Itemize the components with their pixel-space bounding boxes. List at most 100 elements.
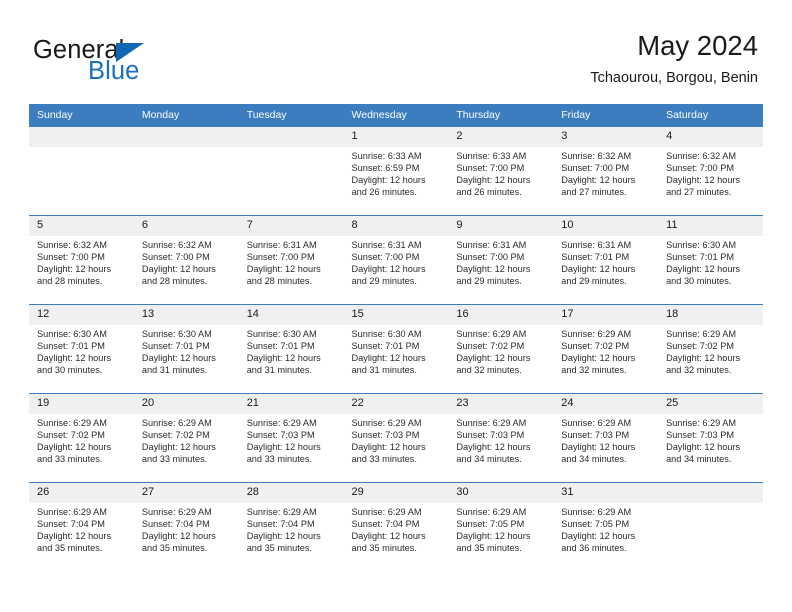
sunset-time: Sunset: 7:04 PM [37,519,105,530]
day-details: Sunrise: 6:33 AM Sunset: 6:59 PM Daylight:… [344,147,449,198]
calendar-day[interactable]: 20 Sunrise: 6:29 AM Sunset: 7:02 PM Dayligh… [133,393,239,482]
daylight-duration-line2: and 32 minutes. [666,365,732,376]
calendar-cell: 2 Sunrise: 6:33 AM Sunset: 7:00 PM Daylight… [448,126,554,215]
calendar-day[interactable]: 8 Sunrise: 6:31 AM Sunset: 7:00 PM Daylight… [343,215,449,304]
calendar-week-row: 5 Sunrise: 6:32 AM Sunset: 7:00 PM Daylight… [29,215,763,304]
day-number: 17 [553,305,659,325]
calendar-day[interactable]: 28 Sunrise: 6:29 AM Sunset: 7:04 PM Dayligh… [238,482,344,571]
calendar-cell: 3 Sunrise: 6:32 AM Sunset: 7:00 PM Daylight… [553,126,659,215]
calendar-cell: 25 Sunrise: 6:29 AM Sunset: 7:03 PM Dayligh… [658,393,763,482]
calendar-day[interactable]: 11 Sunrise: 6:30 AM Sunset: 7:01 PM Dayligh… [658,215,763,304]
sunrise-time: Sunrise: 6:32 AM [141,240,212,250]
calendar-day[interactable]: 7 Sunrise: 6:31 AM Sunset: 7:00 PM Daylight… [238,215,344,304]
calendar-day[interactable]: 21 Sunrise: 6:29 AM Sunset: 7:03 PM Dayligh… [238,393,344,482]
weekday-header-saturday: Saturday [658,104,763,126]
day-number: 19 [29,394,134,414]
calendar-day[interactable]: 19 Sunrise: 6:29 AM Sunset: 7:02 PM Dayligh… [29,393,134,482]
calendar-day[interactable]: 14 Sunrise: 6:30 AM Sunset: 7:01 PM Dayligh… [238,304,344,393]
calendar-day[interactable]: 2 Sunrise: 6:33 AM Sunset: 7:00 PM Daylight… [448,126,554,215]
day-number: 18 [658,305,763,325]
calendar-cell: 24 Sunrise: 6:29 AM Sunset: 7:03 PM Dayligh… [553,393,659,482]
calendar-cell: 16 Sunrise: 6:29 AM Sunset: 7:02 PM Dayligh… [448,304,554,393]
calendar-day[interactable]: 26 Sunrise: 6:29 AM Sunset: 7:04 PM Dayligh… [29,482,134,571]
sunrise-time: Sunrise: 6:29 AM [141,418,212,428]
daylight-duration-line2: and 35 minutes. [37,543,103,554]
calendar-day[interactable]: 22 Sunrise: 6:29 AM Sunset: 7:03 PM Dayligh… [343,393,449,482]
daylight-duration-line1: Daylight: 12 hours [141,264,216,275]
calendar-day[interactable]: 15 Sunrise: 6:30 AM Sunset: 7:01 PM Dayligh… [343,304,449,393]
calendar-day[interactable]: 5 Sunrise: 6:32 AM Sunset: 7:00 PM Daylight… [29,215,134,304]
sunrise-time: Sunrise: 6:29 AM [246,418,317,428]
calendar-cell: 18 Sunrise: 6:29 AM Sunset: 7:02 PM Dayligh… [658,304,763,393]
day-details: Sunrise: 6:29 AM Sunset: 7:04 PM Daylight:… [134,503,239,554]
sunrise-time: Sunrise: 6:29 AM [666,329,737,339]
calendar-day[interactable]: 31 Sunrise: 6:29 AM Sunset: 7:05 PM Dayligh… [553,482,659,571]
calendar-week-row: 19 Sunrise: 6:29 AM Sunset: 7:02 PM Dayligh… [29,393,763,482]
calendar-cell: 14 Sunrise: 6:30 AM Sunset: 7:01 PM Dayligh… [238,304,344,393]
calendar-day[interactable]: 3 Sunrise: 6:32 AM Sunset: 7:00 PM Daylight… [553,126,659,215]
daylight-duration-line2: and 30 minutes. [37,365,103,376]
sunrise-time: Sunrise: 6:30 AM [141,329,212,339]
day-details: Sunrise: 6:33 AM Sunset: 7:00 PM Daylight:… [448,147,553,198]
daylight-duration-line2: and 35 minutes. [456,543,522,554]
calendar-day[interactable]: 25 Sunrise: 6:29 AM Sunset: 7:03 PM Dayligh… [658,393,763,482]
day-number [133,127,239,147]
sunset-time: Sunset: 7:04 PM [246,519,315,530]
calendar-day[interactable]: 1 Sunrise: 6:33 AM Sunset: 6:59 PM Daylight… [343,126,449,215]
calendar-day[interactable]: 17 Sunrise: 6:29 AM Sunset: 7:02 PM Dayligh… [553,304,659,393]
sunrise-time: Sunrise: 6:29 AM [351,507,422,517]
brand-logo[interactable]: General Blue [33,36,273,86]
sunrise-time: Sunrise: 6:32 AM [666,151,737,161]
day-number: 8 [343,216,449,236]
daylight-duration-line1: Daylight: 12 hours [351,175,426,186]
daylight-duration-line2: and 26 minutes. [351,187,417,198]
calendar-day[interactable]: 6 Sunrise: 6:32 AM Sunset: 7:00 PM Daylight… [133,215,239,304]
daylight-duration-line2: and 32 minutes. [561,365,627,376]
weekday-header-wednesday: Wednesday [343,104,449,126]
day-details: Sunrise: 6:29 AM Sunset: 7:04 PM Daylight:… [29,503,134,554]
calendar-cell: 21 Sunrise: 6:29 AM Sunset: 7:03 PM Dayligh… [238,393,344,482]
calendar-day[interactable]: 30 Sunrise: 6:29 AM Sunset: 7:05 PM Dayligh… [448,482,554,571]
calendar-cell: 31 Sunrise: 6:29 AM Sunset: 7:05 PM Dayligh… [553,482,659,571]
calendar-cell: 1 Sunrise: 6:33 AM Sunset: 6:59 PM Daylight… [343,126,449,215]
calendar-page: General Blue May 2024 Tchaourou, Borgou,… [0,0,792,612]
day-details: Sunrise: 6:30 AM Sunset: 7:01 PM Daylight:… [29,325,134,376]
calendar-cell: 12 Sunrise: 6:30 AM Sunset: 7:01 PM Dayligh… [29,304,134,393]
calendar-day[interactable]: 16 Sunrise: 6:29 AM Sunset: 7:02 PM Dayligh… [448,304,554,393]
calendar-day[interactable]: 27 Sunrise: 6:29 AM Sunset: 7:04 PM Dayligh… [133,482,239,571]
daylight-duration-line2: and 35 minutes. [351,543,417,554]
sunrise-time: Sunrise: 6:31 AM [561,240,632,250]
calendar-day[interactable]: 13 Sunrise: 6:30 AM Sunset: 7:01 PM Dayligh… [133,304,239,393]
brand-name-blue: Blue [88,57,140,85]
sunset-time: Sunset: 7:03 PM [561,430,630,441]
sunrise-time: Sunrise: 6:30 AM [246,329,317,339]
daylight-duration-line2: and 27 minutes. [561,187,627,198]
calendar-day[interactable]: 9 Sunrise: 6:31 AM Sunset: 7:00 PM Daylight… [448,215,554,304]
calendar-cell: 10 Sunrise: 6:31 AM Sunset: 7:01 PM Dayligh… [553,215,659,304]
calendar-day[interactable]: 10 Sunrise: 6:31 AM Sunset: 7:01 PM Dayligh… [553,215,659,304]
sunrise-time: Sunrise: 6:30 AM [37,329,107,339]
calendar-day[interactable]: 24 Sunrise: 6:29 AM Sunset: 7:03 PM Dayligh… [553,393,659,482]
daylight-duration-line1: Daylight: 12 hours [37,442,112,453]
daylight-duration-line1: Daylight: 12 hours [351,442,426,453]
calendar-day[interactable]: 18 Sunrise: 6:29 AM Sunset: 7:02 PM Dayligh… [658,304,763,393]
sunrise-time: Sunrise: 6:30 AM [351,329,422,339]
calendar-day[interactable]: 23 Sunrise: 6:29 AM Sunset: 7:03 PM Dayligh… [448,393,554,482]
day-details: Sunrise: 6:29 AM Sunset: 7:04 PM Daylight:… [239,503,344,554]
calendar-cell: 9 Sunrise: 6:31 AM Sunset: 7:00 PM Daylight… [448,215,554,304]
daylight-duration-line2: and 29 minutes. [561,276,627,287]
calendar-cell: 15 Sunrise: 6:30 AM Sunset: 7:01 PM Dayligh… [343,304,449,393]
daylight-duration-line2: and 27 minutes. [666,187,732,198]
calendar-day[interactable]: 4 Sunrise: 6:32 AM Sunset: 7:00 PM Daylight… [658,126,763,215]
calendar-day[interactable]: 12 Sunrise: 6:30 AM Sunset: 7:01 PM Dayligh… [29,304,134,393]
day-details: Sunrise: 6:29 AM Sunset: 7:02 PM Daylight:… [448,325,553,376]
daylight-duration-line1: Daylight: 12 hours [351,531,426,542]
day-number: 30 [448,483,554,503]
day-details: Sunrise: 6:32 AM Sunset: 7:00 PM Daylight:… [658,147,763,198]
calendar-cell: 4 Sunrise: 6:32 AM Sunset: 7:00 PM Daylight… [658,126,763,215]
calendar-day[interactable]: 29 Sunrise: 6:29 AM Sunset: 7:04 PM Dayligh… [343,482,449,571]
day-number: 1 [343,127,449,147]
day-number: 5 [29,216,134,236]
daylight-duration-line2: and 33 minutes. [141,454,208,465]
day-number: 28 [238,483,344,503]
